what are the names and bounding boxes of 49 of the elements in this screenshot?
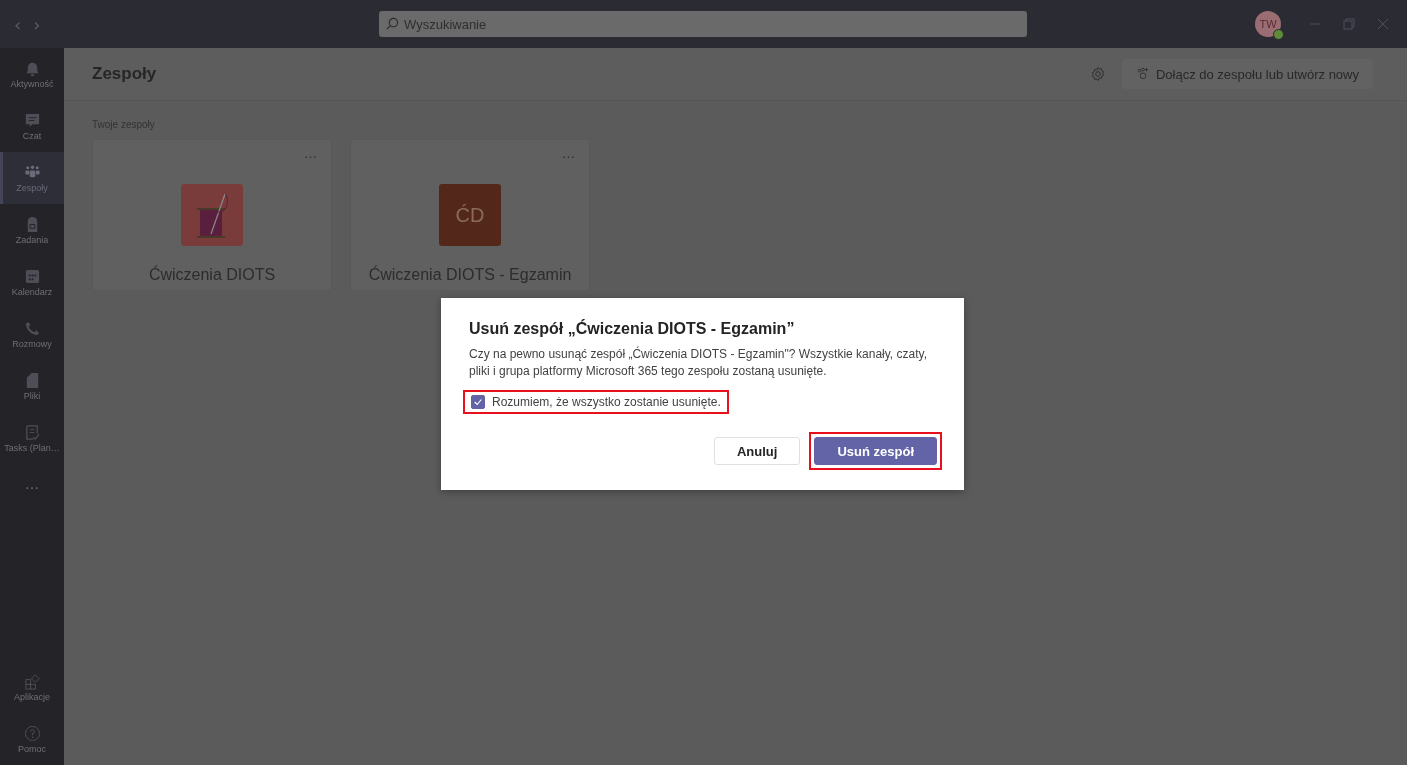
sidebar-item[interactable]: Pomoc: [0, 713, 64, 765]
sidebar-label: Pomoc: [18, 743, 46, 754]
help-icon: [23, 724, 41, 742]
sidebar-item[interactable]: Czat: [0, 100, 64, 152]
sidebar-label: Tasks (Plan…: [4, 442, 60, 453]
sidebar-item[interactable]: Zadania: [0, 204, 64, 256]
forward-arrow[interactable]: ›: [33, 13, 41, 35]
sidebar-item[interactable]: Kalendarz: [0, 256, 64, 308]
sidebar-item[interactable]: Zespoły: [0, 152, 64, 204]
sidebar-item[interactable]: Tasks (Plan…: [0, 412, 64, 464]
checkmark-icon: [473, 397, 483, 407]
sidebar-label: Czat: [22, 130, 42, 141]
sidebar-item[interactable]: Pliki: [0, 360, 64, 412]
close-icon[interactable]: [1377, 18, 1389, 30]
phone-icon: [23, 319, 41, 337]
sidebar-label: Zadania: [15, 234, 49, 245]
restore-icon[interactable]: [1343, 18, 1355, 30]
back-arrow[interactable]: ‹: [14, 13, 22, 35]
status-dot: [1273, 29, 1284, 40]
apps-icon: [23, 672, 41, 690]
settings-icon[interactable]: [1089, 66, 1106, 82]
sidebar-label: Aktywność: [10, 78, 54, 89]
calendar-icon: [23, 267, 41, 285]
sidebar-label: Rozmowy: [12, 338, 52, 349]
checkbox[interactable]: [471, 395, 485, 409]
cancel-button[interactable]: Anuluj: [714, 437, 801, 465]
tasks-icon: [23, 423, 41, 441]
team-logo: ĆD: [439, 184, 501, 246]
chat-icon: [23, 111, 41, 129]
sidebar-item[interactable]: Aplikacje: [0, 661, 64, 713]
delete-team-button[interactable]: Usuń zespół: [814, 437, 937, 465]
sidebar-label: Aplikacje: [14, 691, 50, 702]
sidebar-label: Zespoły: [16, 182, 48, 193]
sidebar-label: Kalendarz: [11, 286, 53, 297]
search-icon: [386, 17, 399, 30]
join-or-create-team-button[interactable]: Dołącz do zespołu lub utwórz nowy: [1121, 59, 1373, 89]
more-options-button[interactable]: …: [562, 146, 575, 161]
sidebar-label: Pliki: [23, 390, 41, 401]
add-people-icon: [1135, 67, 1150, 81]
dialog-title: Usuń zespół „Ćwiczenia DIOTS - Egzamin”: [469, 320, 796, 338]
more-apps-button[interactable]: …: [0, 464, 64, 504]
avatar[interactable]: TW: [1255, 11, 1281, 37]
checkbox-label: Rozumiem, że wszystko zostanie usunięte.: [492, 395, 721, 409]
more-options-button[interactable]: …: [304, 146, 317, 161]
page-title: Zespoły: [92, 64, 157, 84]
sidebar-item[interactable]: Aktywność: [0, 48, 64, 100]
dialog-message: Czy na pewno usunąć zespół „Ćwiczenia DIOTS - Egzamin"? Wszystkie kanały, czaty, pliki i grupa platformy Microsoft 365 tego zespołu zostaną usunięte.: [469, 346, 928, 380]
sidebar-item[interactable]: Rozmowy: [0, 308, 64, 360]
search-field[interactable]: Wyszukiwanie: [379, 11, 1027, 37]
